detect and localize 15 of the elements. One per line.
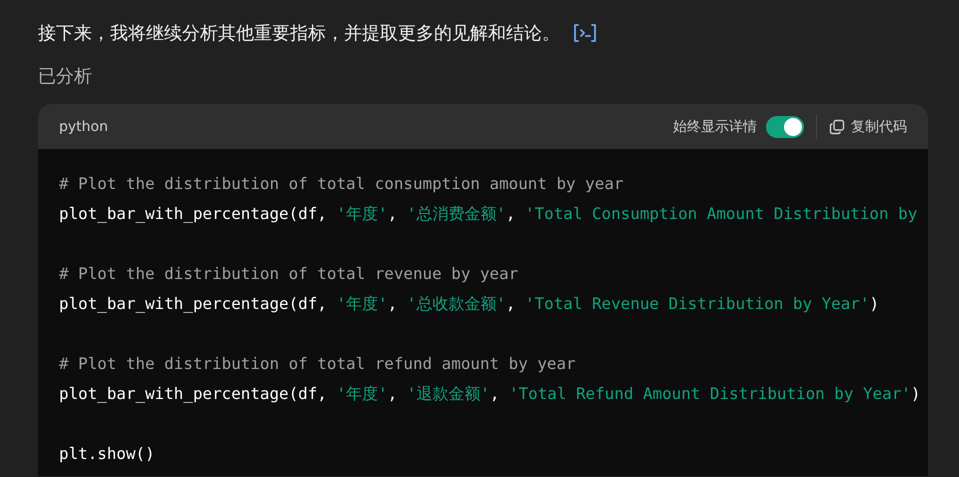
code-line: # Plot the distribution of total revenue by year [59, 263, 518, 285]
message-text: 接下来，我将继续分析其他重要指标，并提取更多的见解和结论。 [38, 22, 560, 45]
code-line: # Plot the distribution of total consumption amount by year [59, 173, 624, 195]
language-label: python [59, 118, 108, 134]
code-line: plot_bar_with_percentage(df, '年度', '退款金额', 'Total Refund Amount Distribution by Year') [59, 383, 920, 405]
toggle-switch[interactable] [766, 116, 804, 138]
toggle-label: 始终显示详情 [673, 118, 757, 136]
code-line: plot_bar_with_percentage(df, '年度', '总收款金额', 'Total Revenue Distribution by Year') [59, 293, 880, 315]
copy-icon [829, 118, 845, 134]
code-line: plt.show() [59, 443, 155, 465]
code-line: plot_bar_with_percentage(df, '年度', '总消费金额', 'Total Consumption Amount Distribution by [59, 203, 918, 225]
code-line: # Plot the distribution of total refund amount by year [59, 353, 576, 375]
code-icon[interactable] [572, 23, 598, 43]
copy-button[interactable]: 复制代码 [829, 118, 907, 136]
status-text: 已分析 [38, 65, 93, 89]
